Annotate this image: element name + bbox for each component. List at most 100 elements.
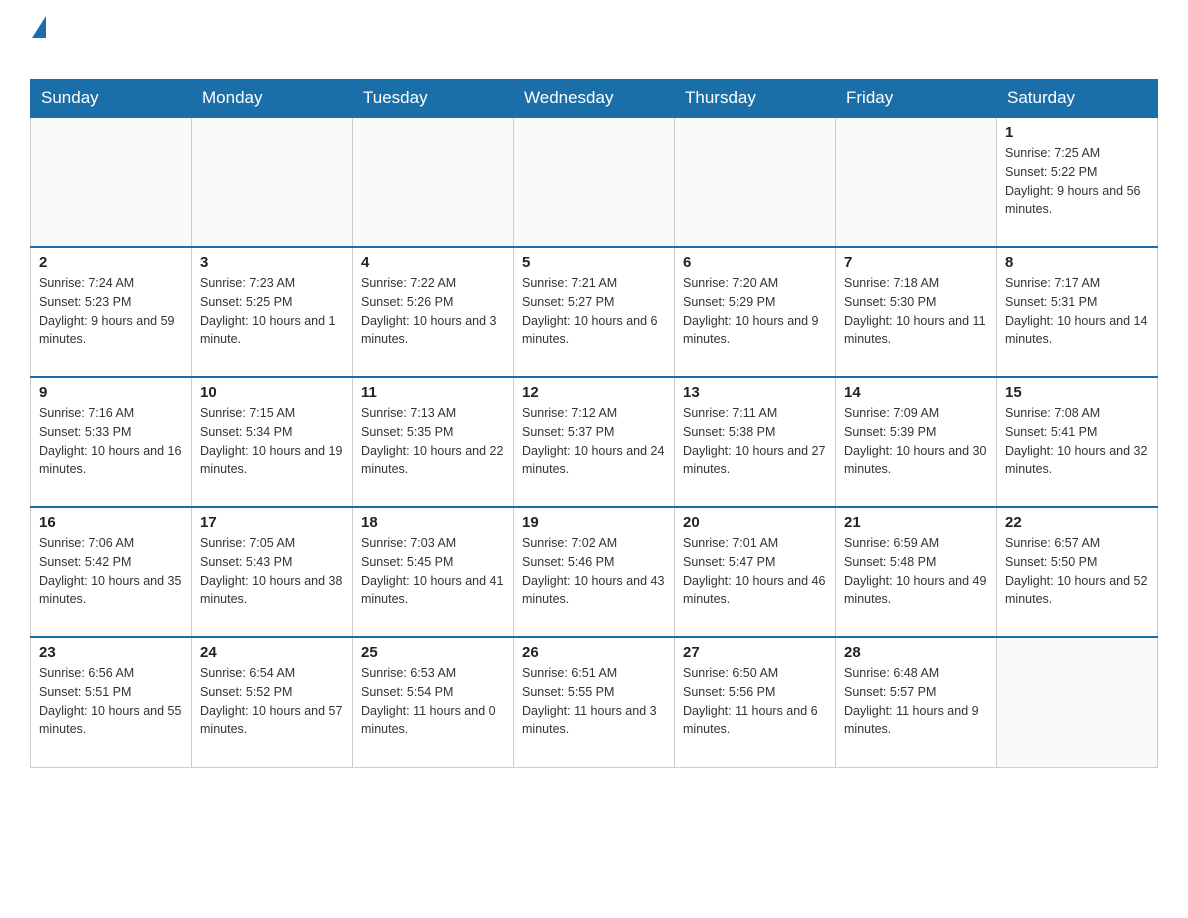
day-info: Sunrise: 7:16 AM Sunset: 5:33 PM Dayligh…: [39, 404, 183, 479]
calendar-day-cell: 16 Sunrise: 7:06 AM Sunset: 5:42 PM Dayli…: [31, 507, 192, 637]
day-info: Sunrise: 7:21 AM Sunset: 5:27 PM Dayligh…: [522, 274, 666, 349]
day-info: Sunrise: 6:57 AM Sunset: 5:50 PM Dayligh…: [1005, 534, 1149, 609]
calendar-day-cell: 8 Sunrise: 7:17 AM Sunset: 5:31 PM Daylig…: [997, 247, 1158, 377]
calendar-header-row: SundayMondayTuesdayWednesdayThursdayFrid…: [31, 80, 1158, 118]
day-info: Sunrise: 7:12 AM Sunset: 5:37 PM Dayligh…: [522, 404, 666, 479]
calendar-day-cell: 3 Sunrise: 7:23 AM Sunset: 5:25 PM Daylig…: [192, 247, 353, 377]
day-of-week-header: Thursday: [675, 80, 836, 118]
calendar-day-cell: 7 Sunrise: 7:18 AM Sunset: 5:30 PM Daylig…: [836, 247, 997, 377]
calendar-week-row: 23Sunrise: 6:56 AM Sunset: 5:51 PM Dayli…: [31, 637, 1158, 767]
day-info: Sunrise: 7:23 AM Sunset: 5:25 PM Dayligh…: [200, 274, 344, 349]
day-info: Sunrise: 6:54 AM Sunset: 5:52 PM Dayligh…: [200, 664, 344, 739]
day-number: 5: [522, 254, 666, 271]
day-of-week-header: Tuesday: [353, 80, 514, 118]
day-number: 13: [683, 384, 827, 401]
calendar-day-cell: 18Sunrise: 7:03 AM Sunset: 5:45 PM Dayli…: [353, 507, 514, 637]
day-number: 26: [522, 644, 666, 661]
day-info: Sunrise: 7:06 AM Sunset: 5:42 PM Dayligh…: [39, 534, 183, 609]
logo: [30, 20, 46, 69]
day-info: Sunrise: 7:03 AM Sunset: 5:45 PM Dayligh…: [361, 534, 505, 609]
calendar-day-cell: [31, 117, 192, 247]
calendar-day-cell: 2 Sunrise: 7:24 AM Sunset: 5:23 PM Daylig…: [31, 247, 192, 377]
day-info: Sunrise: 7:11 AM Sunset: 5:38 PM Dayligh…: [683, 404, 827, 479]
day-of-week-header: Friday: [836, 80, 997, 118]
logo-triangle-icon: [32, 16, 46, 38]
calendar-day-cell: 21 Sunrise: 6:59 AM Sunset: 5:48 PM Dayli…: [836, 507, 997, 637]
day-info: Sunrise: 7:22 AM Sunset: 5:26 PM Dayligh…: [361, 274, 505, 349]
day-info: Sunrise: 7:17 AM Sunset: 5:31 PM Dayligh…: [1005, 274, 1149, 349]
day-number: 10: [200, 384, 344, 401]
day-number: 14: [844, 384, 988, 401]
day-info: Sunrise: 6:59 AM Sunset: 5:48 PM Dayligh…: [844, 534, 988, 609]
calendar-day-cell: 10Sunrise: 7:15 AM Sunset: 5:34 PM Dayli…: [192, 377, 353, 507]
calendar-day-cell: 19 Sunrise: 7:02 AM Sunset: 5:46 PM Dayli…: [514, 507, 675, 637]
calendar-day-cell: [997, 637, 1158, 767]
calendar-table: SundayMondayTuesdayWednesdayThursdayFrid…: [30, 79, 1158, 768]
calendar-day-cell: 15 Sunrise: 7:08 AM Sunset: 5:41 PM Dayli…: [997, 377, 1158, 507]
day-info: Sunrise: 6:56 AM Sunset: 5:51 PM Dayligh…: [39, 664, 183, 739]
calendar-day-cell: 26 Sunrise: 6:51 AM Sunset: 5:55 PM Dayli…: [514, 637, 675, 767]
day-info: Sunrise: 7:24 AM Sunset: 5:23 PM Dayligh…: [39, 274, 183, 349]
day-number: 4: [361, 254, 505, 271]
day-info: Sunrise: 7:09 AM Sunset: 5:39 PM Dayligh…: [844, 404, 988, 479]
day-number: 6: [683, 254, 827, 271]
calendar-day-cell: 4 Sunrise: 7:22 AM Sunset: 5:26 PM Daylig…: [353, 247, 514, 377]
day-of-week-header: Wednesday: [514, 80, 675, 118]
calendar-day-cell: 24 Sunrise: 6:54 AM Sunset: 5:52 PM Dayli…: [192, 637, 353, 767]
calendar-week-row: 1 Sunrise: 7:25 AM Sunset: 5:22 PM Daylig…: [31, 117, 1158, 247]
day-info: Sunrise: 7:05 AM Sunset: 5:43 PM Dayligh…: [200, 534, 344, 609]
day-number: 15: [1005, 384, 1149, 401]
day-number: 9: [39, 384, 183, 401]
day-number: 11: [361, 384, 505, 401]
day-info: Sunrise: 7:08 AM Sunset: 5:41 PM Dayligh…: [1005, 404, 1149, 479]
day-number: 2: [39, 254, 183, 271]
calendar-week-row: 9 Sunrise: 7:16 AM Sunset: 5:33 PM Daylig…: [31, 377, 1158, 507]
day-info: Sunrise: 6:48 AM Sunset: 5:57 PM Dayligh…: [844, 664, 988, 739]
calendar-week-row: 2 Sunrise: 7:24 AM Sunset: 5:23 PM Daylig…: [31, 247, 1158, 377]
calendar-day-cell: 23Sunrise: 6:56 AM Sunset: 5:51 PM Dayli…: [31, 637, 192, 767]
day-of-week-header: Monday: [192, 80, 353, 118]
day-number: 17: [200, 514, 344, 531]
calendar-day-cell: 11Sunrise: 7:13 AM Sunset: 5:35 PM Dayli…: [353, 377, 514, 507]
day-info: Sunrise: 7:02 AM Sunset: 5:46 PM Dayligh…: [522, 534, 666, 609]
calendar-day-cell: 5 Sunrise: 7:21 AM Sunset: 5:27 PM Daylig…: [514, 247, 675, 377]
day-number: 22: [1005, 514, 1149, 531]
day-of-week-header: Saturday: [997, 80, 1158, 118]
day-number: 16: [39, 514, 183, 531]
day-of-week-header: Sunday: [31, 80, 192, 118]
calendar-week-row: 16 Sunrise: 7:06 AM Sunset: 5:42 PM Dayli…: [31, 507, 1158, 637]
calendar-day-cell: 22 Sunrise: 6:57 AM Sunset: 5:50 PM Dayli…: [997, 507, 1158, 637]
day-number: 25: [361, 644, 505, 661]
day-number: 12: [522, 384, 666, 401]
calendar-day-cell: 28 Sunrise: 6:48 AM Sunset: 5:57 PM Dayli…: [836, 637, 997, 767]
day-info: Sunrise: 6:51 AM Sunset: 5:55 PM Dayligh…: [522, 664, 666, 739]
calendar-day-cell: [675, 117, 836, 247]
day-info: Sunrise: 7:20 AM Sunset: 5:29 PM Dayligh…: [683, 274, 827, 349]
day-number: 1: [1005, 124, 1149, 141]
day-number: 27: [683, 644, 827, 661]
day-number: 3: [200, 254, 344, 271]
day-info: Sunrise: 7:01 AM Sunset: 5:47 PM Dayligh…: [683, 534, 827, 609]
day-number: 8: [1005, 254, 1149, 271]
day-info: Sunrise: 6:53 AM Sunset: 5:54 PM Dayligh…: [361, 664, 505, 739]
day-number: 28: [844, 644, 988, 661]
day-number: 7: [844, 254, 988, 271]
calendar-day-cell: 12 Sunrise: 7:12 AM Sunset: 5:37 PM Dayli…: [514, 377, 675, 507]
calendar-day-cell: [836, 117, 997, 247]
calendar-day-cell: 20 Sunrise: 7:01 AM Sunset: 5:47 PM Dayli…: [675, 507, 836, 637]
page-header: [30, 20, 1158, 69]
calendar-day-cell: 9 Sunrise: 7:16 AM Sunset: 5:33 PM Daylig…: [31, 377, 192, 507]
day-number: 19: [522, 514, 666, 531]
calendar-day-cell: 27 Sunrise: 6:50 AM Sunset: 5:56 PM Dayli…: [675, 637, 836, 767]
day-info: Sunrise: 7:25 AM Sunset: 5:22 PM Dayligh…: [1005, 144, 1149, 219]
calendar-day-cell: [192, 117, 353, 247]
calendar-day-cell: 17 Sunrise: 7:05 AM Sunset: 5:43 PM Dayli…: [192, 507, 353, 637]
calendar-day-cell: 14 Sunrise: 7:09 AM Sunset: 5:39 PM Dayli…: [836, 377, 997, 507]
day-number: 20: [683, 514, 827, 531]
day-number: 24: [200, 644, 344, 661]
calendar-day-cell: 13 Sunrise: 7:11 AM Sunset: 5:38 PM Dayli…: [675, 377, 836, 507]
day-number: 21: [844, 514, 988, 531]
day-info: Sunrise: 6:50 AM Sunset: 5:56 PM Dayligh…: [683, 664, 827, 739]
calendar-day-cell: [353, 117, 514, 247]
day-info: Sunrise: 7:18 AM Sunset: 5:30 PM Dayligh…: [844, 274, 988, 349]
